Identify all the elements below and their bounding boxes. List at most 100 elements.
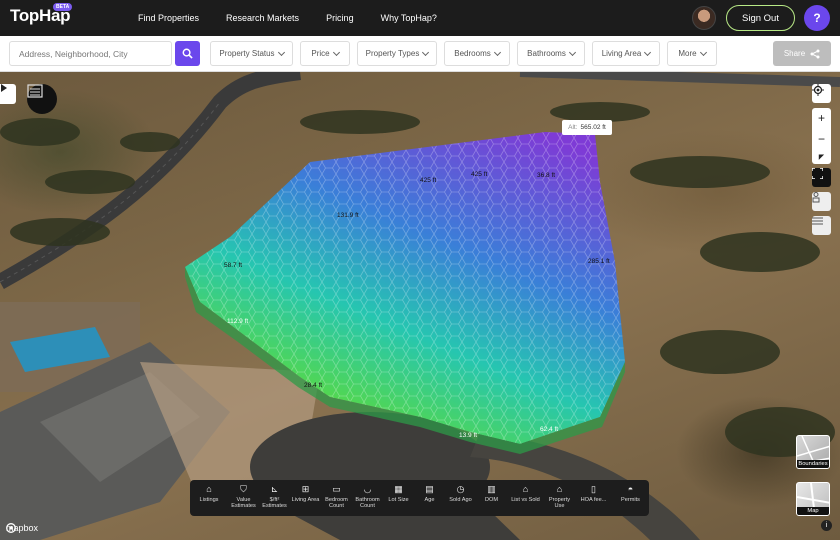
chip-label: Property Types xyxy=(365,49,420,58)
address-search-input[interactable] xyxy=(9,41,172,66)
boundaries-thumbnail[interactable]: Boundaries xyxy=(796,435,830,469)
beta-badge: BETA xyxy=(53,3,73,11)
sign-out-button[interactable]: Sign Out xyxy=(726,5,795,31)
tool-bathroom-count[interactable]: ◡ Bathroom Count xyxy=(352,480,383,516)
nav-why-tophap[interactable]: Why TopHap? xyxy=(381,13,437,23)
tool-label: DOM xyxy=(484,497,499,503)
chip-label: Bedrooms xyxy=(454,49,491,58)
grid-icon: ⊞ xyxy=(301,484,310,495)
helmet-icon: ◓ xyxy=(627,484,634,495)
search-button[interactable] xyxy=(175,41,200,66)
share-label: Share xyxy=(783,49,806,58)
property-types-filter[interactable]: Property Types xyxy=(357,41,437,66)
ruler-icon: ⊾ xyxy=(270,484,279,495)
bathrooms-filter[interactable]: Bathrooms xyxy=(517,41,585,66)
altitude-tooltip: Alt: 565.02 ft xyxy=(562,120,612,135)
price-filter[interactable]: Price xyxy=(300,41,350,66)
chevron-down-icon xyxy=(568,48,576,56)
chevron-down-icon xyxy=(277,48,285,56)
elevation-label: 58.7 ft xyxy=(224,262,243,269)
tool-value-estimates[interactable]: ⛉ Value Estimates xyxy=(228,480,259,516)
tool-price-per-sqft[interactable]: ⊾ $/ft² Estimates xyxy=(259,480,290,516)
mapbox-logo-icon xyxy=(6,523,16,533)
bed-icon: ▭ xyxy=(332,484,341,495)
more-filter[interactable]: More xyxy=(667,41,717,66)
elevation-label: 36.8 ft xyxy=(537,172,556,179)
fullscreen-button[interactable] xyxy=(812,168,831,187)
info-icon[interactable]: i xyxy=(821,520,832,531)
calendar-grid-icon: ▥ xyxy=(487,484,496,495)
zoom-controls: + − ◤ xyxy=(812,108,831,164)
search-icon xyxy=(182,48,193,59)
clock-icon: ◷ xyxy=(456,484,465,495)
elevation-label: 425 ft xyxy=(471,171,488,178)
nav-research-markets[interactable]: Research Markets xyxy=(226,13,299,23)
tool-permits[interactable]: ◓ Permits xyxy=(612,480,649,516)
map-label: Map xyxy=(797,507,829,515)
layers-button[interactable] xyxy=(812,216,831,235)
tool-sold-ago[interactable]: ◷ Sold Ago xyxy=(445,480,476,516)
tool-label: Sold Ago xyxy=(449,497,472,503)
map-thumbnail[interactable]: Map xyxy=(796,482,830,516)
expand-panel-button[interactable] xyxy=(0,84,16,104)
nav-pricing[interactable]: Pricing xyxy=(326,13,354,23)
tag-icon: ⛉ xyxy=(240,484,247,495)
bedrooms-filter[interactable]: Bedrooms xyxy=(444,41,510,66)
compass-button[interactable]: ◤ xyxy=(819,153,824,161)
map-layers-toolbar: ⌂ Listings ⛉ Value Estimates ⊾ $/ft² Estima… xyxy=(190,480,649,516)
tool-hoa-fee[interactable]: ▯ HOA fee... xyxy=(575,480,612,516)
play-arrow-icon xyxy=(1,84,7,92)
tool-label: Bedroom Count xyxy=(325,497,348,509)
locate-icon xyxy=(812,84,824,96)
zoom-in-button[interactable]: + xyxy=(818,111,825,125)
tool-label: $/ft² Estimates xyxy=(262,497,287,509)
zoom-out-button[interactable]: − xyxy=(818,132,825,146)
tool-label: Living Area xyxy=(291,497,320,503)
living-area-filter[interactable]: Living Area xyxy=(592,41,660,66)
user-avatar[interactable] xyxy=(692,6,716,30)
tool-label: HOA fee... xyxy=(580,497,607,503)
tool-label: Permits xyxy=(621,497,640,503)
elevation-label: 112.9 ft xyxy=(227,318,249,325)
elevation-label: 62.4 ft xyxy=(540,426,559,433)
chip-label: Living Area xyxy=(601,49,642,58)
tool-label: Property Use xyxy=(548,497,571,509)
document-icon: ▯ xyxy=(591,484,596,495)
share-button[interactable]: Share xyxy=(773,41,831,66)
nav-links: Find Properties Research Markets Pricing… xyxy=(138,0,464,36)
street-view-button[interactable] xyxy=(812,192,831,211)
tool-living-area[interactable]: ⊞ Living Area xyxy=(290,480,321,516)
tool-bedroom-count[interactable]: ▭ Bedroom Count xyxy=(321,480,352,516)
locate-button[interactable] xyxy=(812,84,831,103)
tool-dom[interactable]: ▥ DOM xyxy=(476,480,507,516)
map-scene xyxy=(0,72,840,540)
help-button[interactable]: ? xyxy=(804,5,830,31)
legend-toggle-button[interactable] xyxy=(27,84,57,114)
chevron-down-icon xyxy=(699,48,707,56)
tool-age[interactable]: ▤ Age xyxy=(414,480,445,516)
tool-lot-size[interactable]: ▦ Lot Size xyxy=(383,480,414,516)
elevation-label: 425 ft xyxy=(420,177,437,184)
filter-bar: Property Status Price Property Types Bed… xyxy=(0,36,840,72)
boundaries-label: Boundaries xyxy=(797,460,829,468)
chevron-down-icon xyxy=(493,48,501,56)
tool-label: Listings xyxy=(199,497,219,503)
house-icon: ⌂ xyxy=(206,484,212,495)
tool-label: Lot Size xyxy=(388,497,409,503)
tool-list-vs-sold[interactable]: ⌂ List vs Sold xyxy=(507,480,544,516)
nav-find-properties[interactable]: Find Properties xyxy=(138,13,199,23)
mapbox-attribution[interactable]: mapbox xyxy=(6,523,38,533)
pegman-icon xyxy=(812,192,820,203)
property-status-filter[interactable]: Property Status xyxy=(210,41,293,66)
tool-listings[interactable]: ⌂ Listings xyxy=(190,480,228,516)
satellite-map[interactable]: 425 ft 425 ft 36.8 ft 131.9 ft 58.7 ft 2… xyxy=(0,72,840,540)
tool-property-use[interactable]: ⌂ Property Use xyxy=(544,480,575,516)
elevation-label: 285.1 ft xyxy=(588,258,610,265)
calendar-icon: ▤ xyxy=(425,484,434,495)
tool-label: Value Estimates xyxy=(231,497,256,509)
chip-label: Price xyxy=(311,49,330,58)
chevron-down-icon xyxy=(332,48,340,56)
elevation-label: 13.9 ft xyxy=(459,432,478,439)
chevron-down-icon xyxy=(422,48,430,56)
chip-label: Bathrooms xyxy=(527,49,566,58)
